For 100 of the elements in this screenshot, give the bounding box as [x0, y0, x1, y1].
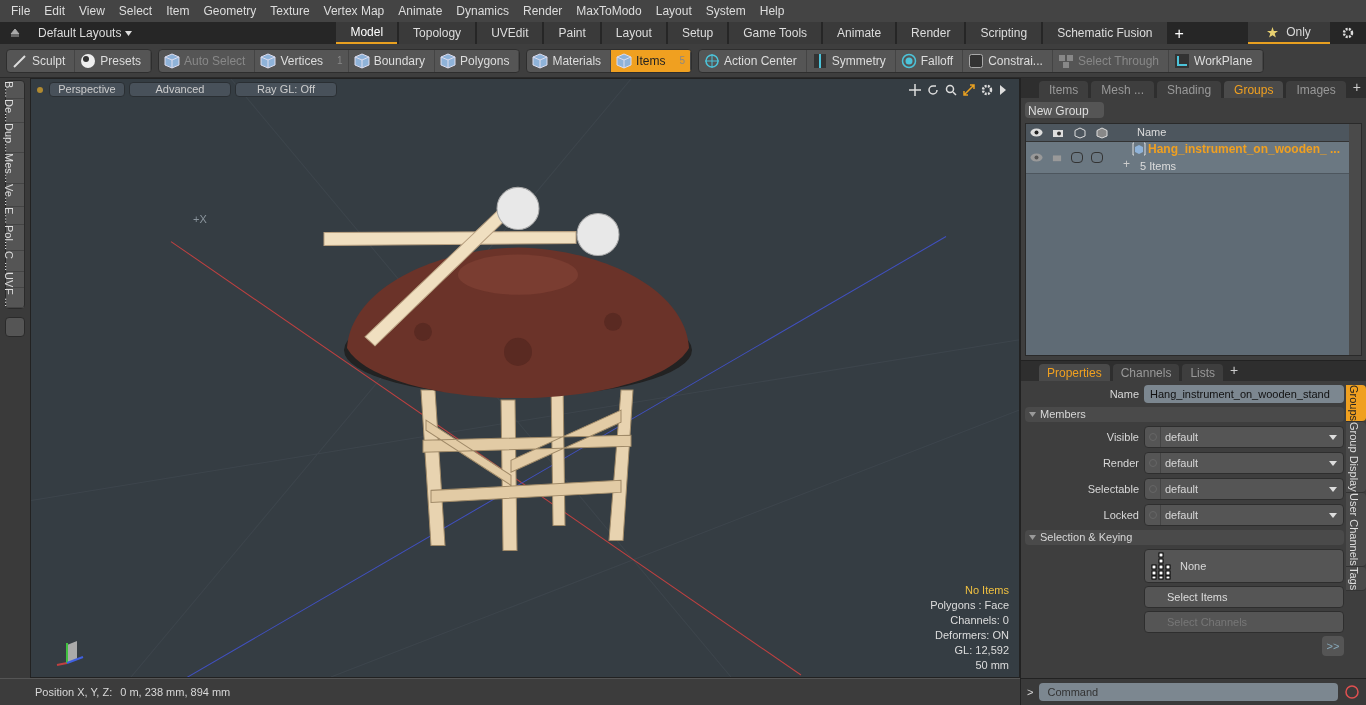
toolbar-button[interactable]: Sculpt [7, 49, 76, 72]
layout-tab[interactable]: Paint [544, 22, 600, 44]
layout-tab[interactable]: Game Tools [729, 22, 822, 44]
new-group-button[interactable]: New Group [1025, 102, 1104, 118]
vertical-tab[interactable]: User Channels [1346, 492, 1366, 567]
up-arrow-icon[interactable] [10, 28, 20, 38]
section-header[interactable]: Members [1025, 407, 1344, 422]
panel-tab[interactable]: Channels [1112, 364, 1180, 381]
rotate-icon[interactable] [927, 83, 939, 96]
square-icon [968, 52, 985, 69]
toolbar-button[interactable]: Materials [527, 49, 612, 72]
panel-tab[interactable]: Properties [1039, 364, 1110, 381]
side-tab[interactable]: De... [6, 98, 24, 123]
layout-tab[interactable]: Topology [399, 22, 476, 44]
side-tab[interactable]: E... [6, 207, 24, 225]
checkbox[interactable] [1071, 152, 1083, 163]
panel-tab[interactable]: Mesh ... [1091, 81, 1155, 98]
side-tab[interactable]: UV [6, 271, 24, 289]
menu-item[interactable]: Dynamics [449, 2, 516, 20]
menu-item[interactable]: Item [159, 2, 197, 20]
group-row[interactable]: + Hang_instrument_on_wooden_ ... 5 Items [1026, 142, 1349, 174]
add-tab-button[interactable]: + [1348, 77, 1365, 98]
vertical-tab[interactable]: Group Display [1346, 422, 1366, 493]
hud-text: GL: 12,592 [954, 643, 1009, 658]
field-label: Render [1101, 455, 1139, 471]
panel-tab[interactable]: Shading [1157, 81, 1222, 98]
menu-item[interactable]: File [4, 2, 38, 20]
side-tab[interactable]: Mes... [6, 153, 24, 185]
layout-tab[interactable]: Layout [601, 22, 666, 44]
layout-tab[interactable]: Animate [823, 22, 896, 44]
command-field[interactable]: Command [1039, 683, 1338, 701]
status-value: 0 m, 238 mm, 894 mm [120, 684, 231, 700]
action-button[interactable]: Select Items [1144, 586, 1344, 608]
settings-icon[interactable] [981, 83, 993, 96]
toolbar-button[interactable]: Constrai... [963, 49, 1053, 72]
menu-item[interactable]: Help [752, 2, 792, 20]
menu-item[interactable]: System [698, 2, 753, 20]
side-tab[interactable]: Pol... [6, 224, 24, 251]
layouts-dropdown[interactable]: Default Layouts [30, 24, 141, 42]
dropdown[interactable]: default [1144, 478, 1344, 500]
layout-tab[interactable]: Setup [667, 22, 728, 44]
play-icon[interactable] [999, 83, 1007, 96]
more-button[interactable]: >> [1322, 636, 1344, 656]
menu-item[interactable]: View [72, 2, 112, 20]
viewport-button[interactable]: Perspective [49, 82, 125, 97]
add-tab-button[interactable]: + [1168, 22, 1190, 44]
panel-tab[interactable]: Items [1039, 81, 1089, 98]
toolbar-button[interactable]: WorkPlane [1169, 49, 1263, 72]
settings-icon[interactable] [1342, 27, 1354, 39]
dropdown[interactable]: default [1144, 452, 1344, 474]
side-tab[interactable]: F ... [6, 288, 24, 309]
name-field[interactable]: Hang_instrument_on_wooden_stand [1144, 385, 1344, 403]
side-tab[interactable]: Ve... [6, 184, 24, 208]
preset-button[interactable]: None [1144, 549, 1344, 583]
menu-item[interactable]: Texture [263, 2, 317, 20]
panel-tab[interactable]: Images [1286, 81, 1346, 98]
toolbar-button[interactable]: Polygons [435, 49, 520, 72]
layout-tab[interactable]: UVEdit [477, 22, 543, 44]
layout-tab[interactable]: Schematic Fusion [1043, 22, 1167, 44]
vertical-tab[interactable]: Tags [1346, 566, 1366, 591]
menu-item[interactable]: Render [516, 2, 570, 20]
caret-icon [1329, 512, 1337, 518]
side-tab[interactable]: B... [6, 81, 24, 99]
menu-item[interactable]: Vertex Map [316, 2, 392, 20]
camera-icon [1052, 153, 1062, 162]
menu-item[interactable]: Select [111, 2, 160, 20]
sphere-icon [80, 52, 97, 69]
checkbox[interactable] [1091, 152, 1103, 163]
menu-item[interactable]: Geometry [196, 2, 264, 20]
only-toggle[interactable]: Only [1248, 22, 1330, 44]
menu-item[interactable]: Edit [37, 2, 73, 20]
menu-item[interactable]: Animate [391, 2, 450, 20]
side-tab[interactable]: C ... [6, 250, 24, 272]
section-header[interactable]: Selection & Keying [1025, 530, 1344, 545]
toolbar-button[interactable]: Symmetry [806, 49, 896, 72]
menu-item[interactable]: MaxToModo [569, 2, 649, 20]
layout-tab[interactable]: Scripting [966, 22, 1042, 44]
record-icon[interactable] [1344, 684, 1360, 700]
panel-tab[interactable]: Groups [1224, 81, 1284, 98]
menu-item[interactable]: Layout [648, 2, 699, 20]
layout-tab[interactable]: Model [336, 22, 398, 44]
panel-tab[interactable]: Lists [1182, 364, 1224, 381]
search-icon[interactable] [945, 83, 957, 96]
toolbar-button[interactable]: Falloff [895, 49, 964, 72]
dropdown[interactable]: default [1144, 504, 1344, 526]
toolbar-button[interactable]: Presets [75, 49, 152, 72]
toolbar-button[interactable]: Items 5 [611, 49, 691, 72]
dropdown[interactable]: default [1144, 426, 1344, 448]
toolbar-button[interactable]: Action Center [699, 49, 807, 72]
layout-tab[interactable]: Render [897, 22, 965, 44]
viewport-button[interactable]: Advanced [129, 82, 231, 97]
toolbar-button[interactable]: Boundary [348, 49, 436, 72]
expand-icon[interactable] [963, 83, 975, 96]
vertical-tab[interactable]: Groups [1346, 385, 1366, 423]
group-count: 5 Items [1140, 159, 1178, 175]
hierarchy-icon [1150, 552, 1172, 580]
hud-text: Polygons : Face [930, 598, 1009, 613]
viewport-button[interactable]: Ray GL: Off [235, 82, 337, 97]
add-tab-button[interactable]: + [1226, 360, 1243, 381]
move-icon[interactable] [909, 83, 921, 96]
